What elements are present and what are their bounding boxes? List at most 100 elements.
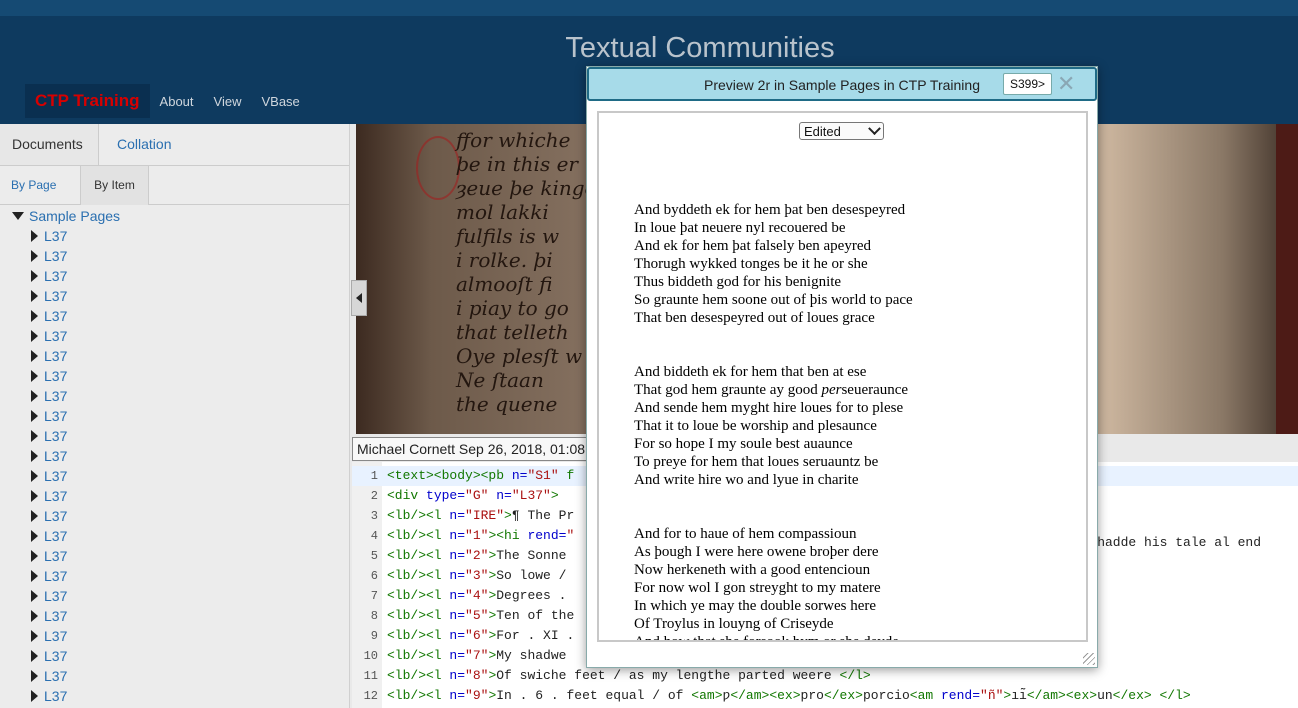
tree-item[interactable]: L37 [31,446,120,466]
expand-triangle-icon[interactable] [31,610,38,622]
expand-triangle-icon[interactable] [31,650,38,662]
expand-triangle-icon[interactable] [31,590,38,602]
expand-triangle-icon[interactable] [31,530,38,542]
tree-item-label[interactable]: L37 [44,528,67,544]
tree-item-label[interactable]: L37 [44,388,67,404]
modal-header[interactable]: Preview 2r in Sample Pages in CTP Traini… [587,67,1097,101]
tab-by-item[interactable]: By Item [80,166,149,205]
expand-triangle-icon[interactable] [31,270,38,282]
tree-item[interactable]: L37 [31,526,120,546]
tree-item-label[interactable]: L37 [44,568,67,584]
tree-item-label[interactable]: L37 [44,488,67,504]
code-line[interactable]: 11 <lb/><l n="8">Of swiche feet / as my l… [352,666,871,686]
code-line[interactable]: 8 <lb/><l n="5">Ten of the [352,606,574,626]
expand-triangle-icon[interactable] [31,310,38,322]
tree-item-label[interactable]: L37 [44,608,67,624]
expand-triangle-icon[interactable] [31,370,38,382]
tree-item[interactable]: L37 [31,646,120,666]
tree-item[interactable]: L37 [31,386,120,406]
tree-item[interactable]: L37 [31,246,120,266]
tree-item[interactable]: L37 [31,626,120,646]
expand-triangle-icon[interactable] [31,670,38,682]
tree-item-label[interactable]: L37 [44,588,67,604]
code-line[interactable]: 10 <lb/><l n="7">My shadwe [352,646,567,666]
expand-triangle-icon[interactable] [31,430,38,442]
tree-item-label[interactable]: L37 [44,348,67,364]
revision-select[interactable]: Michael Cornett Sep 26, 2018, 01:08 [352,437,598,461]
tree-item-label[interactable]: L37 [44,308,67,324]
code-line[interactable]: 5 <lb/><l n="2">The Sonne [352,546,567,566]
tree-item-label[interactable]: L37 [44,668,67,684]
tree-item-label[interactable]: L37 [44,368,67,384]
tree-item-label[interactable]: L37 [44,548,67,564]
tree-item-label[interactable]: L37 [44,688,67,704]
page-badge[interactable]: S399> [1003,73,1053,95]
code-line[interactable]: 3 <lb/><l n="IRE">¶ The Pr [352,506,574,526]
tree-item-label[interactable]: L37 [44,228,67,244]
tree-item-label[interactable]: L37 [44,268,67,284]
code-line[interactable]: 4 <lb/><l n="1"><hi rend=" [352,526,574,546]
tab-collation[interactable]: Collation [105,124,183,165]
expand-triangle-icon[interactable] [31,470,38,482]
expand-triangle-icon[interactable] [31,450,38,462]
tree-item[interactable]: L37 [31,346,120,366]
expand-triangle-icon[interactable] [31,390,38,402]
tree-item[interactable]: L37 [31,406,120,426]
expand-triangle-icon[interactable] [31,490,38,502]
tree-item[interactable]: L37 [31,606,120,626]
nav-view[interactable]: View [214,94,242,109]
tree-item-label[interactable]: L37 [44,288,67,304]
expand-triangle-icon[interactable] [31,570,38,582]
tree-item[interactable]: L37 [31,266,120,286]
expand-triangle-icon[interactable] [31,510,38,522]
tree-item-label[interactable]: L37 [44,328,67,344]
nav-about[interactable]: About [160,94,194,109]
expand-triangle-icon[interactable] [31,410,38,422]
expand-triangle-icon[interactable] [31,550,38,562]
brand-link[interactable]: CTP Training [25,84,150,118]
tree-item[interactable]: L37 [31,486,120,506]
tree-item-label[interactable]: L37 [44,648,67,664]
expanded-triangle-icon[interactable] [12,212,24,220]
expand-triangle-icon[interactable] [31,290,38,302]
tree-item-label[interactable]: L37 [44,508,67,524]
tree-item[interactable]: L37 [31,426,120,446]
expand-triangle-icon[interactable] [31,630,38,642]
tree-item[interactable]: L37 [31,366,120,386]
tab-documents[interactable]: Documents [0,124,99,165]
tree-item-label[interactable]: L37 [44,448,67,464]
tab-by-page[interactable]: By Page [11,166,56,204]
tree-item[interactable]: L37 [31,666,120,686]
resize-handle[interactable] [1083,653,1095,665]
tree-item[interactable]: L37 [31,286,120,306]
tree-item[interactable]: L37 [31,506,120,526]
tree-item-label[interactable]: L37 [44,248,67,264]
tree-item[interactable]: L37 [31,566,120,586]
tree-item[interactable]: L37 [31,226,120,246]
tree-item[interactable]: L37 [31,326,120,346]
tree-item[interactable]: L37 [31,586,120,606]
close-icon[interactable]: ✕ [1057,70,1075,98]
expand-triangle-icon[interactable] [31,330,38,342]
tree-item[interactable]: L37 [31,686,120,706]
tree-item-label[interactable]: L37 [44,468,67,484]
tree-item-label[interactable]: L37 [44,428,67,444]
tree-item-label[interactable]: L37 [44,628,67,644]
expand-triangle-icon[interactable] [31,350,38,362]
tree-root[interactable]: Sample Pages [12,206,120,226]
view-mode-select[interactable]: Edited [799,122,884,140]
expand-triangle-icon[interactable] [31,250,38,262]
collapse-panel-button[interactable] [351,280,367,316]
code-line[interactable]: 2 <div type="G" n="L37"> [352,486,559,506]
code-line[interactable]: 12 <lb/><l n="9">In . 6 . feet equal / of… [352,686,1191,706]
expand-triangle-icon[interactable] [31,230,38,242]
nav-vbase[interactable]: VBase [261,94,299,109]
code-line[interactable]: 9 <lb/><l n="6">For . XI . [352,626,574,646]
tree-item-label[interactable]: L37 [44,408,67,424]
tree-item[interactable]: L37 [31,466,120,486]
tree-item[interactable]: L37 [31,306,120,326]
expand-triangle-icon[interactable] [31,690,38,702]
code-line[interactable]: 7 <lb/><l n="4">Degrees . [352,586,567,606]
tree-item[interactable]: L37 [31,546,120,566]
code-line[interactable]: 6 <lb/><l n="3">So lowe / [352,566,567,586]
